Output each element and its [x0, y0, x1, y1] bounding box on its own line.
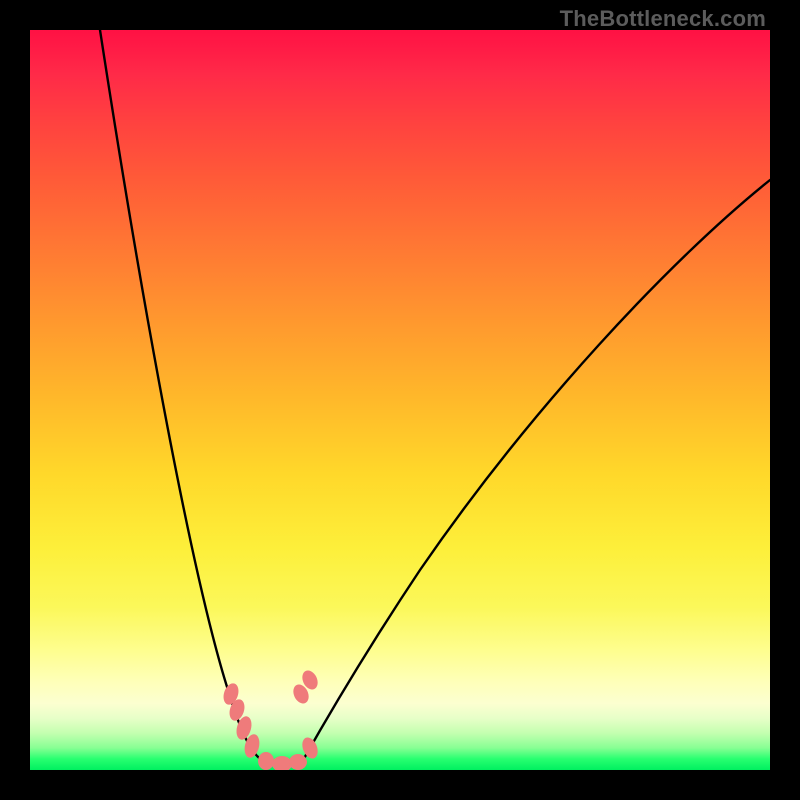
data-marker-4 — [258, 752, 274, 770]
curve-right-branch — [302, 180, 770, 762]
watermark-text: TheBottleneck.com — [560, 6, 766, 32]
data-marker-5 — [272, 756, 292, 770]
data-marker-6 — [289, 754, 307, 770]
bottleneck-curve — [30, 30, 770, 770]
plot-area — [30, 30, 770, 770]
curve-left-branch — [100, 30, 266, 762]
